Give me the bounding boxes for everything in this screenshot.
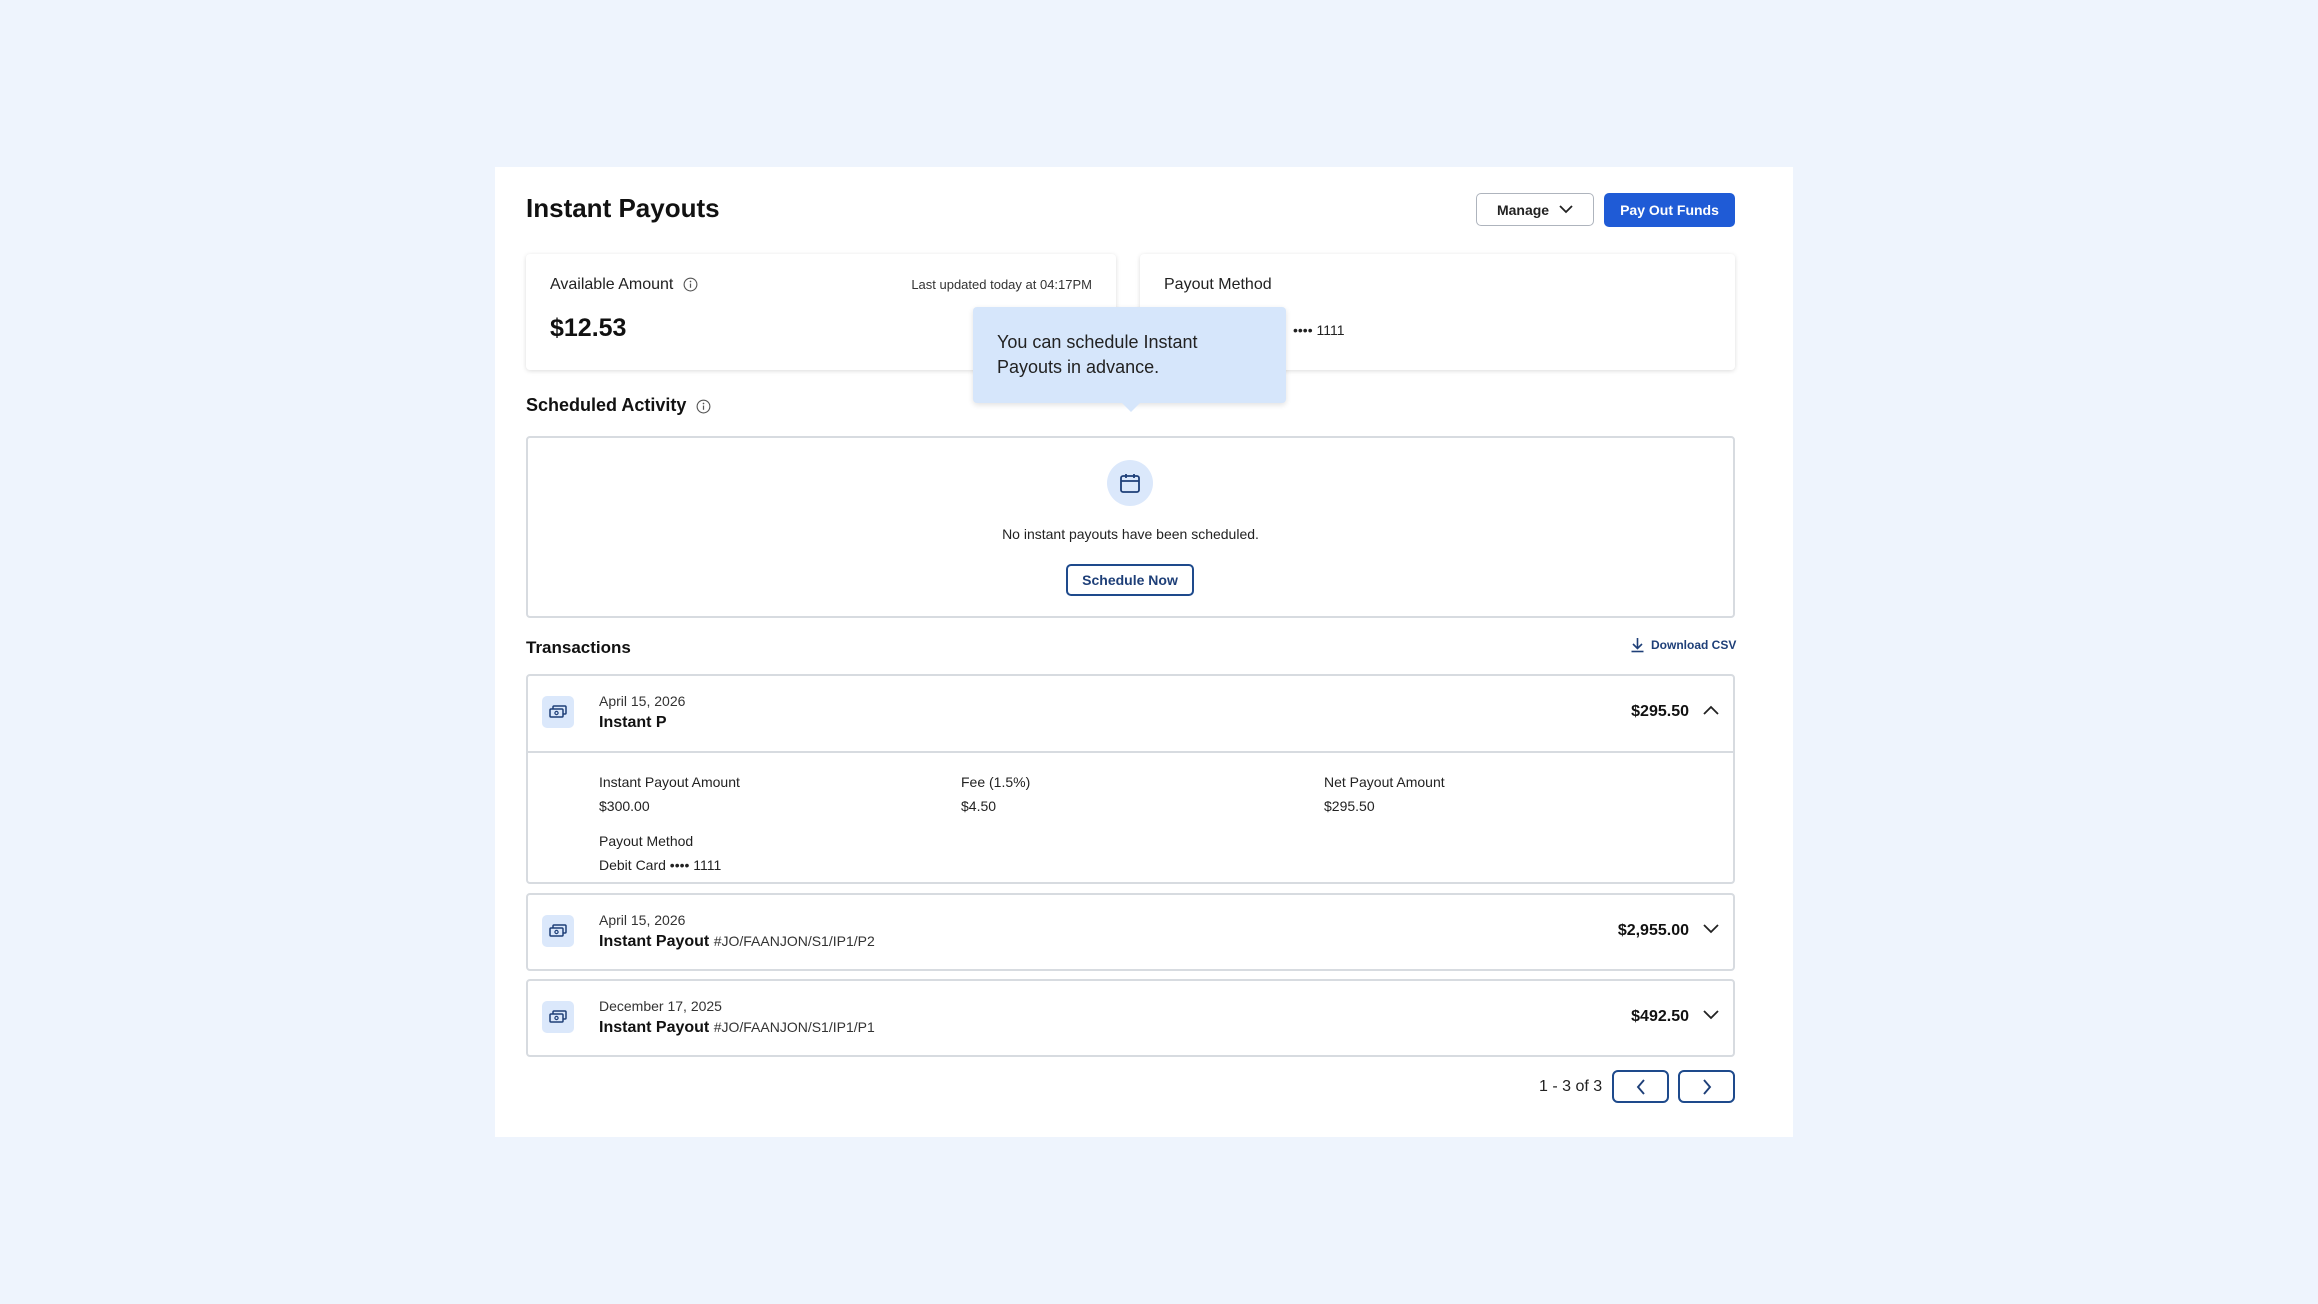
manage-dropdown-button[interactable]: Manage	[1476, 193, 1594, 226]
transaction-header[interactable]: December 17, 2025 Instant Payout #JO/FAA…	[528, 981, 1733, 1056]
transaction-name: Instant P	[599, 714, 667, 732]
instant-payouts-panel: Instant Payouts Manage Pay Out Funds Ava…	[495, 167, 1793, 1137]
chevron-down-icon	[1559, 205, 1573, 214]
info-icon[interactable]	[696, 399, 711, 414]
info-icon[interactable]	[683, 277, 698, 292]
chevron-left-icon	[1636, 1078, 1645, 1095]
scheduled-activity-heading: Scheduled Activity	[526, 395, 711, 416]
money-icon	[549, 705, 567, 718]
detail-method-label: Payout Method	[599, 833, 694, 849]
calendar-icon	[1120, 474, 1140, 493]
chevron-down-icon[interactable]	[1703, 1010, 1719, 1020]
schedule-tooltip: You can schedule Instant Payouts in adva…	[973, 307, 1286, 403]
no-scheduled-text: No instant payouts have been scheduled.	[1002, 526, 1259, 542]
transaction-date: April 15, 2026	[599, 693, 686, 709]
detail-method-value: Debit Card •••• 1111	[599, 857, 722, 873]
transaction-name: Instant Payout #JO/FAANJON/S1/IP1/P1	[599, 1019, 875, 1037]
available-amount-heading: Available Amount	[550, 276, 698, 294]
pagination-text: 1 - 3 of 3	[1539, 1078, 1603, 1095]
transaction-date: December 17, 2025	[599, 998, 722, 1014]
scheduled-activity-box: No instant payouts have been scheduled. …	[526, 436, 1735, 618]
payout-icon-badge	[542, 696, 574, 728]
manage-label: Manage	[1496, 201, 1550, 218]
previous-page-button[interactable]	[1612, 1070, 1669, 1103]
detail-net-value: $295.50	[1324, 798, 1375, 814]
chevron-down-icon[interactable]	[1703, 924, 1719, 934]
calendar-icon-badge	[1107, 460, 1153, 506]
payout-method-label: Payout Method	[1164, 276, 1272, 293]
transaction-item: April 15, 2026 Instant P $295.50 Instant…	[526, 674, 1735, 884]
transaction-type: Instant Payout	[599, 1019, 710, 1036]
download-csv-label: Download CSV	[1651, 638, 1737, 652]
transaction-amount: $2,955.00	[1617, 922, 1689, 939]
download-csv-link[interactable]: Download CSV	[1630, 637, 1736, 653]
detail-fee-label: Fee (1.5%)	[961, 774, 1031, 790]
transaction-header[interactable]: April 15, 2026 Instant Payout #JO/FAANJO…	[528, 895, 1733, 970]
available-amount-label: Available Amount	[550, 276, 674, 293]
last-updated-text: Last updated today at 04:17PM	[911, 277, 1092, 292]
available-amount-value: $12.53	[550, 314, 627, 342]
transaction-item[interactable]: April 15, 2026 Instant Payout #JO/FAANJO…	[526, 893, 1735, 971]
detail-amount-value: $300.00	[599, 798, 650, 814]
transaction-name: Instant Payout #JO/FAANJON/S1/IP1/P2	[599, 933, 875, 951]
detail-net-label: Net Payout Amount	[1324, 774, 1445, 790]
transaction-amount: $492.50	[1631, 1008, 1689, 1025]
next-page-button[interactable]	[1678, 1070, 1735, 1103]
money-icon	[549, 924, 567, 937]
divider	[528, 751, 1733, 753]
download-icon	[1631, 638, 1644, 653]
transactions-heading: Transactions	[526, 638, 631, 657]
transaction-id: #JO/FAANJON/S1/IP1/P1	[713, 1019, 875, 1035]
transaction-id: #JO/FAANJON/S1/IP1/P2	[713, 933, 875, 949]
transaction-type: Instant Payout	[599, 933, 710, 950]
pay-out-funds-button[interactable]: Pay Out Funds	[1604, 193, 1735, 227]
transaction-item[interactable]: December 17, 2025 Instant Payout #JO/FAA…	[526, 979, 1735, 1057]
detail-fee-value: $4.50	[961, 798, 997, 814]
page-title: Instant Payouts	[526, 193, 720, 223]
transaction-amount: $295.50	[1631, 703, 1689, 720]
chevron-up-icon[interactable]	[1703, 705, 1719, 715]
money-icon	[549, 1010, 567, 1023]
scheduled-activity-label: Scheduled Activity	[526, 395, 687, 415]
payout-icon-badge	[542, 915, 574, 947]
payout-icon-badge	[542, 1001, 574, 1033]
schedule-now-button[interactable]: Schedule Now	[1066, 564, 1194, 596]
transaction-type: Instant P	[599, 714, 667, 731]
tooltip-arrow	[1122, 403, 1140, 412]
payout-method-masked-number: •••• 1111	[1293, 322, 1345, 338]
transaction-header[interactable]: April 15, 2026 Instant P $295.50	[528, 676, 1733, 751]
transaction-date: April 15, 2026	[599, 912, 686, 928]
chevron-right-icon	[1702, 1078, 1711, 1095]
detail-amount-label: Instant Payout Amount	[599, 774, 740, 790]
